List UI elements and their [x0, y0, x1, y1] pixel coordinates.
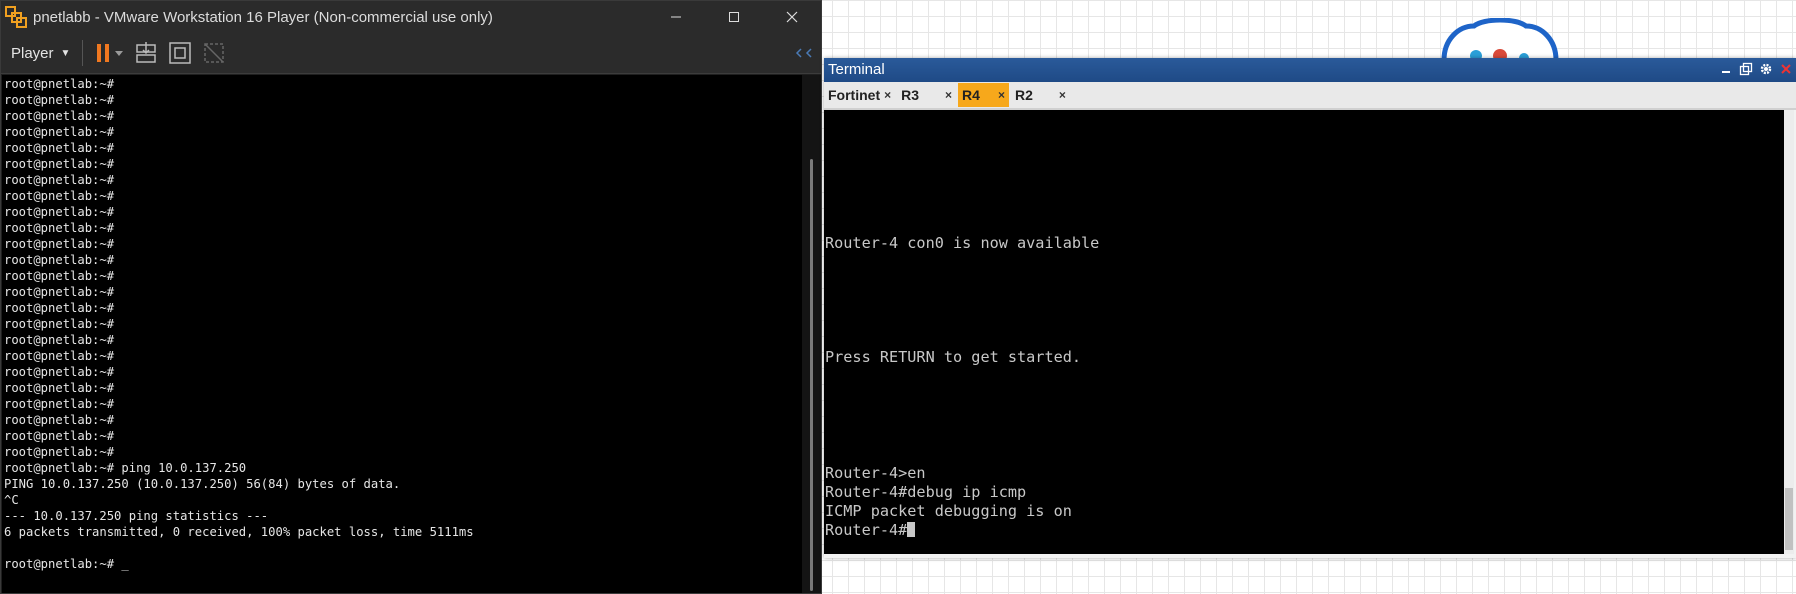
fullscreen-button[interactable]: [167, 40, 193, 66]
network-cloud-icon: [1441, 18, 1559, 60]
vmware-toolbar: Player ▼: [1, 33, 821, 74]
tab-label: R4: [962, 87, 980, 103]
player-menu[interactable]: Player ▼: [11, 45, 70, 62]
close-icon: [786, 11, 798, 23]
console-line: Router-4>en: [825, 464, 926, 482]
tab-label: R2: [1014, 87, 1033, 103]
fullscreen-icon: [169, 42, 192, 64]
terminal-restore-button[interactable]: [1738, 60, 1754, 78]
console-prompt: Router-4#: [825, 521, 908, 539]
tab-label: Fortinet: [828, 87, 881, 103]
unity-icon: [204, 43, 225, 63]
vmware-titlebar[interactable]: pnetlabb - VMware Workstation 16 Player …: [1, 1, 821, 33]
minimize-icon: [671, 16, 681, 18]
tab-fortinet[interactable]: Fortinet ×: [824, 83, 895, 107]
toolbar-divider: [82, 40, 84, 66]
terminal-settings-button[interactable]: [1758, 60, 1774, 78]
tab-r4[interactable]: R4 ×: [958, 83, 1009, 107]
maximize-button[interactable]: [705, 1, 763, 33]
console-prompt-line: Router-4#: [825, 521, 916, 540]
maximize-icon: [729, 12, 739, 22]
console-line: ICMP packet debugging is on: [825, 502, 1072, 520]
minimize-icon: [1722, 71, 1730, 73]
router-console-screen[interactable]: Router-4 con0 is now available Press RET…: [824, 110, 1784, 554]
terminal-scrollbar-thumb[interactable]: [1785, 488, 1793, 550]
gear-icon: [1760, 63, 1772, 75]
send-ctrl-alt-del-button[interactable]: [133, 40, 159, 66]
vm-scrollbar[interactable]: [802, 75, 821, 593]
close-icon[interactable]: ×: [945, 88, 952, 102]
terminal-tab-bar: Fortinet × R3 × R4 × R2 ×: [824, 82, 1796, 110]
terminal-minimize-button[interactable]: [1718, 60, 1734, 78]
console-line: Router-4#debug ip icmp: [825, 483, 1027, 501]
close-icon: [1781, 64, 1791, 74]
close-icon[interactable]: ×: [884, 88, 891, 102]
vm-console-screen[interactable]: root@pnetlab:~# root@pnetlab:~# root@pne…: [2, 75, 802, 593]
vm-scrollbar-thumb[interactable]: [810, 159, 813, 591]
terminal-window: Terminal Fortinet × R3 × R4 × R2 × Route…: [824, 58, 1796, 558]
text-cursor: [907, 522, 916, 537]
console-line: Router-4 con0 is now available: [825, 234, 1100, 252]
console-line: Press RETURN to get started.: [825, 348, 1082, 366]
pause-button[interactable]: [93, 40, 125, 66]
tab-label: R3: [901, 87, 920, 103]
restore-icon: [1739, 62, 1753, 76]
send-ctrl-alt-del-icon: [136, 42, 157, 63]
chevron-down-icon: ▼: [60, 47, 71, 59]
terminal-title: Terminal: [828, 61, 885, 78]
vmware-window: pnetlabb - VMware Workstation 16 Player …: [0, 0, 822, 594]
close-button[interactable]: [763, 1, 821, 33]
vm-console-text: root@pnetlab:~# root@pnetlab:~# root@pne…: [4, 77, 474, 571]
collapse-toolbar-icon[interactable]: [795, 47, 813, 59]
tab-r2[interactable]: R2 ×: [1011, 83, 1070, 107]
pause-icon: [97, 44, 124, 62]
terminal-close-button[interactable]: [1778, 60, 1794, 78]
vmware-player-icon: [5, 6, 27, 28]
close-icon[interactable]: ×: [998, 88, 1005, 102]
minimize-button[interactable]: [647, 1, 705, 33]
close-icon[interactable]: ×: [1059, 88, 1066, 102]
unity-button[interactable]: [201, 40, 227, 66]
window-title: pnetlabb - VMware Workstation 16 Player …: [33, 8, 493, 26]
player-menu-label: Player: [11, 44, 54, 62]
terminal-titlebar[interactable]: Terminal: [824, 58, 1796, 82]
terminal-scrollbar[interactable]: [1784, 110, 1794, 554]
tab-r3[interactable]: R3 ×: [897, 83, 956, 107]
